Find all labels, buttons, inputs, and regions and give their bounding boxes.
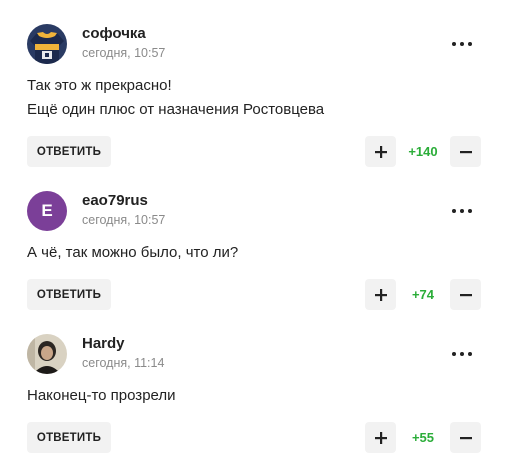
upvote-button[interactable] <box>365 279 396 310</box>
upvote-button[interactable] <box>365 422 396 453</box>
jersey-avatar-image <box>27 24 67 64</box>
comment-text-line: А чё, так можно было, что ли? <box>27 244 239 261</box>
comment-timestamp: сегодня, 11:14 <box>82 356 165 370</box>
downvote-button[interactable] <box>450 136 481 167</box>
comment-timestamp: сегодня, 10:57 <box>82 213 166 227</box>
reply-button[interactable]: ОТВЕТИТЬ <box>27 136 111 167</box>
comment-item: Hardy сегодня, 11:14 Наконец-то прозрели… <box>0 310 505 453</box>
minus-icon <box>459 436 472 439</box>
comment-text-line: Наконец-то прозрели <box>27 387 176 404</box>
reply-button[interactable]: ОТВЕТИТЬ <box>27 422 111 453</box>
comment-text: А чё, так можно было, что ли? <box>27 241 238 265</box>
avatar-letter: E <box>41 201 53 220</box>
downvote-button[interactable] <box>450 279 481 310</box>
plus-icon <box>374 431 387 444</box>
reply-button[interactable]: ОТВЕТИТЬ <box>27 279 111 310</box>
plus-icon <box>374 288 387 301</box>
comment-author[interactable]: eao79rus <box>82 192 148 209</box>
comment-text: Так это ж прекрасно! Ещё один плюс от на… <box>27 74 324 122</box>
comment-item: E eao79rus сегодня, 10:57 А чё, так можн… <box>0 167 505 310</box>
avatar[interactable] <box>27 24 67 64</box>
more-options-icon[interactable] <box>452 348 476 360</box>
plus-icon <box>374 145 387 158</box>
comment-item: софочка сегодня, 10:57 Так это ж прекрас… <box>0 0 505 167</box>
comment-author[interactable]: Hardy <box>82 335 125 352</box>
avatar[interactable]: E <box>27 191 67 231</box>
upvote-button[interactable] <box>365 136 396 167</box>
avatar[interactable] <box>27 334 67 374</box>
person-photo-avatar-image <box>27 334 67 374</box>
comment-score: +140 <box>408 144 438 159</box>
comment-text: Наконец-то прозрели <box>27 384 176 408</box>
more-options-icon[interactable] <box>452 38 476 50</box>
downvote-button[interactable] <box>450 422 481 453</box>
comment-score: +55 <box>411 430 435 445</box>
minus-icon <box>459 150 472 153</box>
comment-text-line: Так это ж прекрасно! <box>27 77 172 94</box>
comment-score: +74 <box>411 287 435 302</box>
minus-icon <box>459 293 472 296</box>
comment-timestamp: сегодня, 10:57 <box>82 46 166 60</box>
comment-text-line: Ещё один плюс от назначения Ростовцева <box>27 101 325 118</box>
more-options-icon[interactable] <box>452 205 476 217</box>
comment-author[interactable]: софочка <box>82 25 146 42</box>
